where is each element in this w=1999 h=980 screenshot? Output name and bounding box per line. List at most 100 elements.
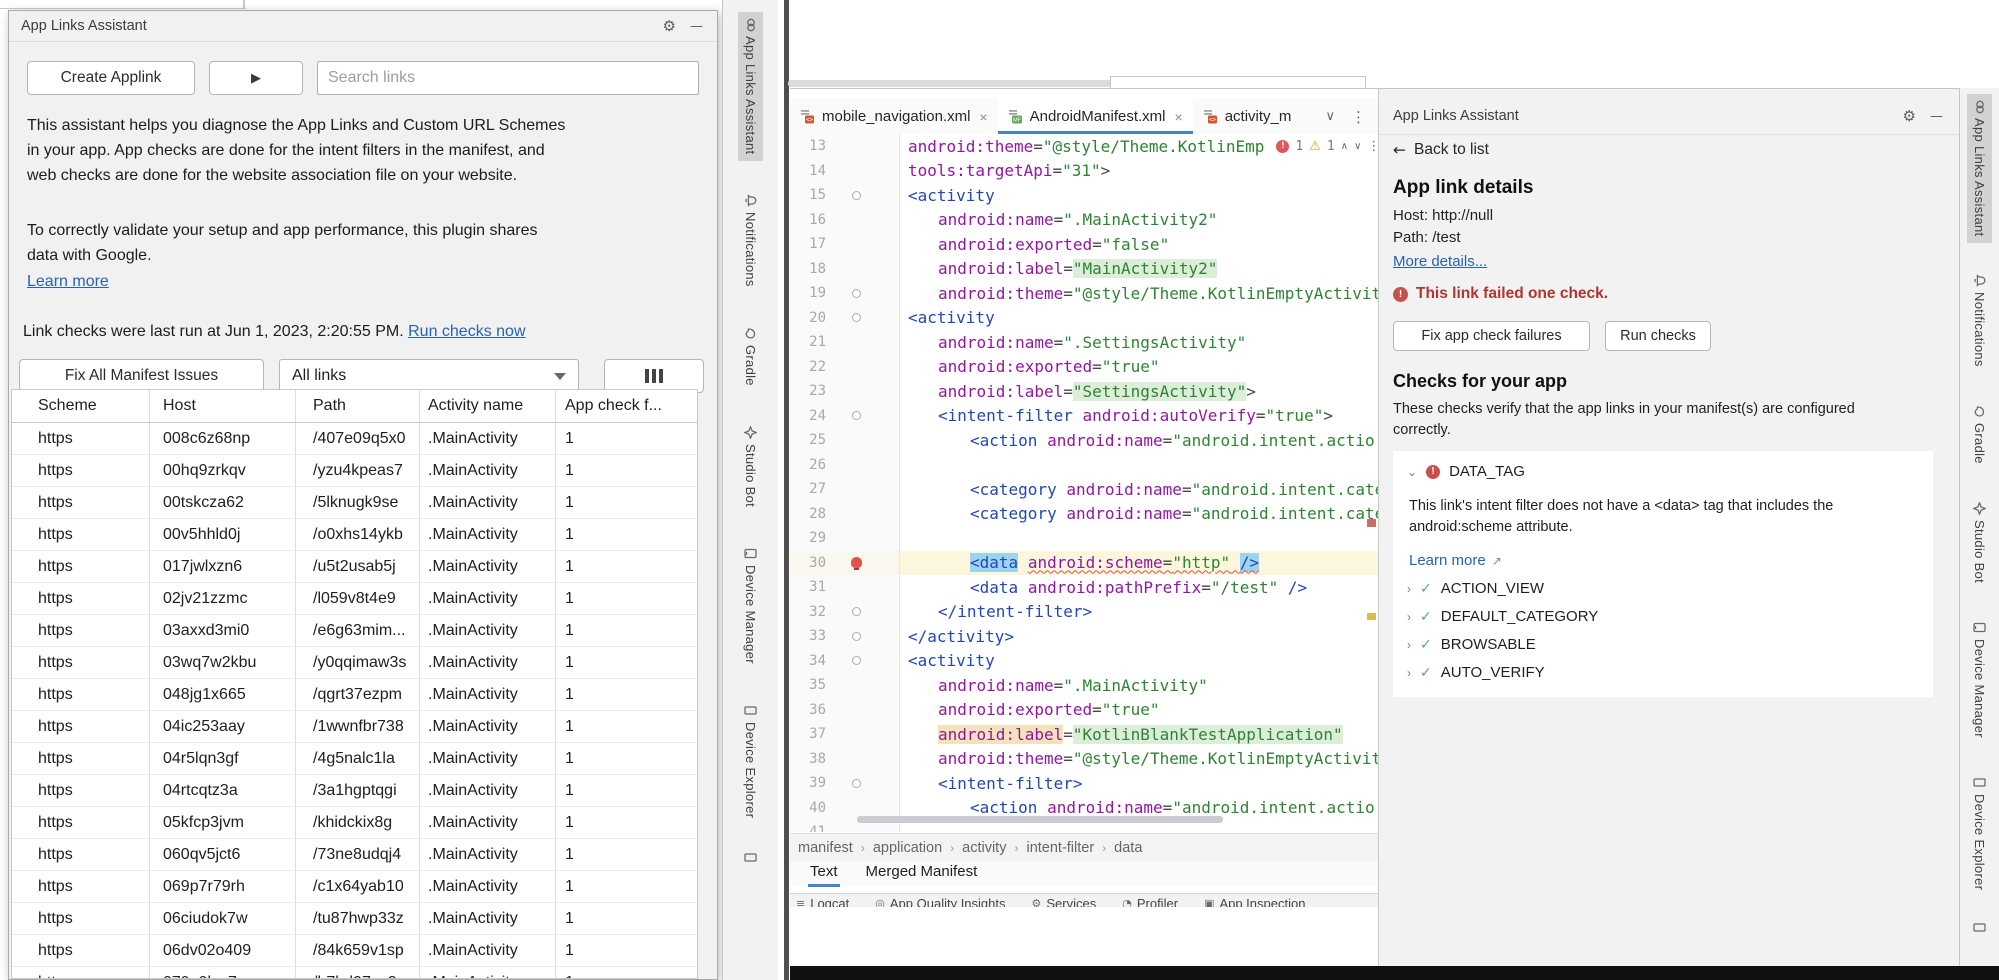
code-line-33[interactable]: 33</activity> xyxy=(790,624,1378,649)
breadcrumb-item-activity[interactable]: activity xyxy=(962,840,1006,856)
table-row[interactable]: https03axxd3mi0/e6g63mim....MainActivity… xyxy=(12,615,697,647)
table-row[interactable]: https079g9luv7w/h7bd07ox3y.MainActivity1 xyxy=(12,967,697,979)
code-line-15[interactable]: 15<activity xyxy=(790,183,1378,208)
prev-issue-icon[interactable]: ∧ xyxy=(1341,141,1348,152)
code-line-28[interactable]: 28<category android:name="android.intent… xyxy=(790,502,1378,527)
table-row[interactable]: https03wq7w2kbu/y0qqimaw3s.MainActivity1 xyxy=(12,647,697,679)
tool-strip-tab-notifications[interactable]: Notifications xyxy=(738,187,763,294)
column-header[interactable]: App check f... xyxy=(556,390,695,422)
table-row[interactable]: https008c6z68np/407e09q5x0.MainActivity1 xyxy=(12,423,697,455)
search-links-input[interactable] xyxy=(317,61,699,95)
learn-more-link[interactable]: Learn more xyxy=(27,273,109,291)
passed-check-auto_verify[interactable]: ›✓AUTO_VERIFY xyxy=(1407,664,1919,681)
fold-end-icon[interactable] xyxy=(852,289,861,298)
table-row[interactable]: https048jg1x665/qgrt37ezpm.MainActivity1 xyxy=(12,679,697,711)
fold-marker-icon[interactable] xyxy=(852,313,861,322)
links-filter-dropdown[interactable]: All links xyxy=(279,359,579,393)
code-line-30[interactable]: 30<data android:scheme="http" /> xyxy=(790,551,1378,576)
fix-all-manifest-issues-button[interactable]: Fix All Manifest Issues xyxy=(19,359,264,393)
failed-check-row[interactable]: ⌄ ! DATA_TAG xyxy=(1407,463,1919,480)
code-line-29[interactable]: 29 xyxy=(790,526,1378,551)
next-issue-icon[interactable]: ∨ xyxy=(1354,141,1361,152)
chevron-down-icon[interactable]: ∨ xyxy=(1325,109,1335,124)
minimize-icon[interactable]: — xyxy=(690,19,703,34)
breadcrumb-item-data[interactable]: data xyxy=(1114,840,1142,856)
code-line-20[interactable]: 20<activity xyxy=(790,306,1378,331)
editor-tab-mobile_navigation.xml[interactable]: <>mobile_navigation.xml× xyxy=(790,99,998,134)
table-row[interactable]: https04rtcqtz3a/3a1hgptqgi.MainActivity1 xyxy=(12,775,697,807)
create-applink-button[interactable]: Create Applink xyxy=(27,61,195,95)
bottom-bar-item-logcat[interactable]: ≡Logcat xyxy=(796,894,849,907)
table-row[interactable]: https02jv21zzmc/l059v8t4e9.MainActivity1 xyxy=(12,583,697,615)
code-line-39[interactable]: 39<intent-filter> xyxy=(790,771,1378,796)
fold-marker-icon[interactable] xyxy=(852,191,861,200)
run-checks-button[interactable]: Run checks xyxy=(1605,321,1711,351)
table-row[interactable]: https017jwlxzn6/u5t2usab5j.MainActivity1 xyxy=(12,551,697,583)
code-line-37[interactable]: 37android:label="KotlinBlankTestApplicat… xyxy=(790,722,1378,747)
table-row[interactable]: https06ciudok7w/tu87hwp33z.MainActivity1 xyxy=(12,903,697,935)
inspection-widget[interactable]: !1⚠1∧∨⋮ xyxy=(1276,139,1378,154)
fold-marker-icon[interactable] xyxy=(852,656,861,665)
partial-tool-icon[interactable] xyxy=(744,851,757,864)
tool-strip-tab-studio-bot[interactable]: Studio Bot xyxy=(1967,495,1992,590)
code-line-36[interactable]: 36android:exported="true" xyxy=(790,698,1378,723)
fold-end-icon[interactable] xyxy=(852,607,861,616)
code-line-13[interactable]: 13android:theme="@style/Theme.KotlinEmp!… xyxy=(790,134,1378,159)
code-line-24[interactable]: 24<intent-filter android:autoVerify="tru… xyxy=(790,404,1378,429)
partial-tool-icon[interactable] xyxy=(1973,921,1986,934)
close-icon[interactable]: × xyxy=(979,109,987,125)
breadcrumb-item-application[interactable]: application xyxy=(873,840,942,856)
code-line-27[interactable]: 27<category android:name="android.intent… xyxy=(790,477,1378,502)
learn-more-link[interactable]: Learn more ↗ xyxy=(1409,552,1919,569)
bottom-bar-item-services[interactable]: ⚙Services xyxy=(1032,894,1097,907)
editor-tab-AndroidManifest.xml[interactable]: MFAndroidManifest.xml× xyxy=(998,99,1193,134)
column-settings-button[interactable] xyxy=(604,359,704,393)
code-editor[interactable]: 13android:theme="@style/Theme.KotlinEmp!… xyxy=(790,134,1378,832)
window-titlebar[interactable]: App Links Assistant ⚙ — xyxy=(9,11,717,42)
editor-tab-activity_m[interactable]: <>activity_m xyxy=(1193,99,1302,134)
table-row[interactable]: https04ic253aay/1wwnfbr738.MainActivity1 xyxy=(12,711,697,743)
tool-strip-tab-studio-bot[interactable]: Studio Bot xyxy=(738,419,763,514)
table-row[interactable]: https00tskcza62/5lknugk9se.MainActivity1 xyxy=(12,487,697,519)
tool-strip-tab-device-explorer[interactable]: Device Explorer xyxy=(1967,769,1992,897)
fix-app-check-failures-button[interactable]: Fix app check failures xyxy=(1393,321,1590,351)
fold-end-icon[interactable] xyxy=(852,632,861,641)
tool-strip-tab-gradle[interactable]: Gradle xyxy=(1967,398,1992,471)
gear-icon[interactable]: ⚙ xyxy=(663,17,676,35)
breadcrumb-item-manifest[interactable]: manifest xyxy=(798,840,853,856)
fold-marker-icon[interactable] xyxy=(852,779,861,788)
editor-horizontal-scrollbar[interactable] xyxy=(857,816,1223,823)
close-icon[interactable]: × xyxy=(1175,109,1183,125)
error-stripe-mark[interactable] xyxy=(1367,519,1376,527)
kebab-menu-icon[interactable]: ⋮ xyxy=(1367,139,1378,154)
column-header[interactable]: Scheme xyxy=(12,390,150,422)
code-line-35[interactable]: 35android:name=".MainActivity" xyxy=(790,673,1378,698)
warning-stripe-mark[interactable] xyxy=(1367,613,1376,620)
tool-strip-tab-device-manager[interactable]: Device Manager xyxy=(738,540,763,671)
table-row[interactable]: https05kfcp3jvm/khidckix8g.MainActivity1 xyxy=(12,807,697,839)
code-line-26[interactable]: 26 xyxy=(790,453,1378,478)
kebab-menu-icon[interactable]: ⋮ xyxy=(1351,108,1366,126)
code-line-34[interactable]: 34<activity xyxy=(790,649,1378,674)
breadcrumb-item-intent-filter[interactable]: intent-filter xyxy=(1026,840,1094,856)
code-line-16[interactable]: 16android:name=".MainActivity2" xyxy=(790,208,1378,233)
tool-strip-tab-device-explorer[interactable]: Device Explorer xyxy=(738,697,763,825)
tool-strip-tab-app-links-assistant[interactable]: App Links Assistant xyxy=(738,12,763,161)
table-row[interactable]: https06dv02o409/84k659v1sp.MainActivity1 xyxy=(12,935,697,967)
code-line-38[interactable]: 38android:theme="@style/Theme.KotlinEmpt… xyxy=(790,747,1378,772)
code-line-31[interactable]: 31<data android:pathPrefix="/test" /> xyxy=(790,575,1378,600)
passed-check-browsable[interactable]: ›✓BROWSABLE xyxy=(1407,636,1919,653)
view-tab-text[interactable]: Text xyxy=(808,861,840,884)
code-line-18[interactable]: 18android:label="MainActivity2" xyxy=(790,257,1378,282)
tool-strip-tab-device-manager[interactable]: Device Manager xyxy=(1967,614,1992,745)
run-button[interactable]: ▶ xyxy=(209,61,303,95)
run-checks-now-link[interactable]: Run checks now xyxy=(408,323,525,340)
code-line-23[interactable]: 23android:label="SettingsActivity"> xyxy=(790,379,1378,404)
minimize-icon[interactable]: — xyxy=(1930,109,1943,124)
code-line-21[interactable]: 21android:name=".SettingsActivity" xyxy=(790,330,1378,355)
tool-strip-tab-app-links-assistant[interactable]: App Links Assistant xyxy=(1967,94,1992,243)
table-row[interactable]: https060qv5jct6/73ne8udqj4.MainActivity1 xyxy=(12,839,697,871)
error-lightbulb-icon[interactable] xyxy=(851,557,862,568)
table-row[interactable]: https069p7r79rh/c1x64yab10.MainActivity1 xyxy=(12,871,697,903)
fold-marker-icon[interactable] xyxy=(852,411,861,420)
